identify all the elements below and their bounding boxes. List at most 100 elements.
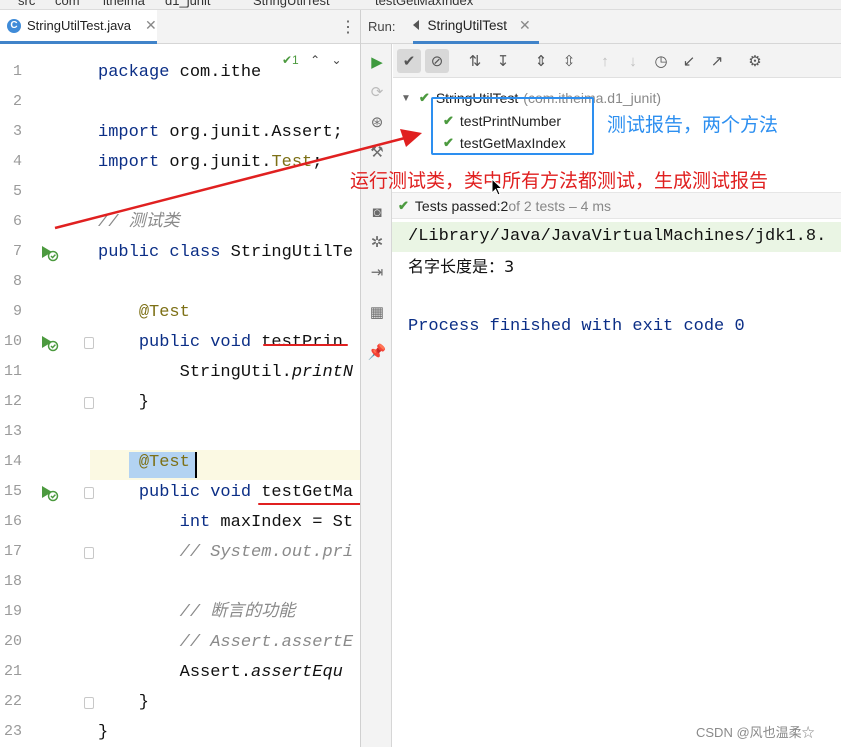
layout-icon[interactable]: ▦	[367, 302, 387, 322]
close-icon[interactable]: ✕	[519, 17, 531, 34]
code-line: Assert.assertEqu	[98, 658, 343, 688]
line-number: 19	[3, 603, 22, 620]
breadcrumb-item[interactable]: StringUtilTest	[253, 0, 330, 8]
line-number: 12	[3, 393, 22, 410]
breadcrumb-item[interactable]: src	[18, 0, 35, 8]
next-failed-icon[interactable]: ↓	[621, 49, 645, 73]
code-token: // Assert.assertE	[179, 633, 354, 652]
breadcrumb-item[interactable]: testGetMaxIndex	[375, 0, 473, 8]
import-icon[interactable]: ⇥	[367, 262, 387, 282]
breadcrumb-item[interactable]: com	[55, 0, 80, 8]
console-exit-line: Process finished with exit code 0	[408, 317, 745, 336]
fold-marker[interactable]	[84, 547, 94, 559]
run-header: Run: StringUtilTest ✕	[361, 10, 841, 44]
run-test-gutter-icon[interactable]	[39, 334, 59, 352]
code-line: // Assert.assertE	[98, 628, 353, 658]
show-ignored-button[interactable]: ⊘	[425, 49, 449, 73]
console-output-line: 名字长度是：3	[408, 257, 515, 276]
code-area[interactable]: package com.ithe import org.junit.Assert;…	[98, 45, 360, 747]
test-status-bar: ✔ Tests passed: 2 of 2 tests – 4 ms	[392, 192, 841, 219]
wrench-icon[interactable]: ⚒	[367, 142, 387, 162]
collapse-all-icon[interactable]: ⇳	[557, 49, 581, 73]
code-token: testGetMa	[251, 483, 354, 502]
code-line: // System.out.pri	[98, 538, 353, 568]
sort-alphabetically-icon[interactable]: ⇅	[463, 49, 487, 73]
line-number: 21	[3, 663, 22, 680]
code-token: // System.out.pri	[179, 543, 354, 562]
status-prefix: Tests passed:	[414, 197, 501, 214]
code-line: package com.ithe	[98, 58, 261, 88]
sort-by-duration-icon[interactable]: ↧	[491, 49, 515, 73]
annotation-underline	[263, 344, 348, 346]
code-token: assertEqu	[251, 663, 343, 682]
code-line: }	[98, 688, 149, 718]
rerun-failed-icon[interactable]: ⟳	[367, 82, 387, 102]
chevron-down-icon[interactable]: ⌄	[331, 53, 341, 67]
run-test-gutter-icon[interactable]	[39, 484, 59, 502]
previous-failed-icon[interactable]: ↑	[593, 49, 617, 73]
editor-tab-label: StringUtilTest.java	[27, 18, 132, 33]
code-line: int maxIndex = St	[98, 508, 353, 538]
settings-gear-icon[interactable]: ⚙	[743, 49, 767, 73]
inspection-widget[interactable]: ✔1 ⌃ ⌄	[282, 53, 342, 67]
code-editor: C StringUtilTest.java ✕ ⋮ 1 2 3 4 5 6 7 8 9 10 11 1…	[0, 10, 360, 747]
pin-icon[interactable]: 📌	[367, 342, 387, 362]
show-passed-button[interactable]: ✔	[397, 49, 421, 73]
code-token: package	[98, 63, 170, 82]
rerun-icon[interactable]: ▶	[367, 52, 387, 72]
code-token: testPrin	[251, 333, 343, 352]
status-count: 2	[500, 197, 509, 214]
breadcrumb-item[interactable]: d1_junit	[165, 0, 211, 8]
breadcrumb-item[interactable]: itheima	[103, 0, 145, 8]
check-icon: ✔	[418, 90, 430, 105]
check-icon: ✔	[398, 197, 409, 213]
console-output[interactable]: /Library/Java/JavaVirtualMachines/jdk1.8…	[392, 220, 841, 747]
line-number: 13	[3, 423, 22, 440]
fold-marker[interactable]	[84, 487, 94, 499]
code-line: import org.junit.Assert;	[98, 118, 343, 148]
toggle-autotest-icon[interactable]: ⊛	[367, 112, 387, 132]
editor-gutter: 1 2 3 4 5 6 7 8 9 10 11 12 13 14 15 16 17 18 19 20 21 22 23	[0, 45, 94, 747]
code-line: public void testPrin	[98, 328, 343, 358]
camera-icon[interactable]: ◙	[367, 202, 387, 222]
code-line: import org.junit.Test;	[98, 148, 322, 178]
fold-marker[interactable]	[84, 337, 94, 349]
ide-window: src com itheima d1_junit StringUtilTest …	[0, 0, 841, 747]
editor-tab-bar: C StringUtilTest.java ✕ ⋮	[0, 10, 360, 44]
fold-marker[interactable]	[84, 697, 94, 709]
expand-all-icon[interactable]: ⇕	[529, 49, 553, 73]
fold-marker[interactable]	[84, 397, 94, 409]
code-line: StringUtil.printN	[98, 358, 353, 388]
code-line: }	[98, 718, 108, 747]
export-tests-icon[interactable]: ↗	[705, 49, 729, 73]
run-side-toolbar: ▶ ⟳ ⊛ ⚒ ◙ ✲ ⇥ ▦ 📌	[361, 44, 392, 747]
code-token: public void	[138, 483, 252, 502]
code-line: public class StringUtilTe	[98, 238, 353, 268]
history-icon[interactable]: ◷	[649, 49, 673, 73]
line-number: 1	[12, 63, 22, 80]
run-test-gutter-icon[interactable]	[39, 244, 59, 262]
java-class-icon: C	[7, 18, 21, 33]
code-line: // 断言的功能	[98, 598, 296, 628]
chevron-up-icon[interactable]: ⌃	[310, 53, 320, 67]
import-tests-icon[interactable]: ↙	[677, 49, 701, 73]
more-options-icon[interactable]: ⋮	[340, 17, 356, 37]
line-number: 7	[12, 243, 22, 260]
code-line: @Test	[98, 298, 190, 328]
chevron-down-icon[interactable]: ▼	[401, 93, 411, 104]
line-number: 5	[12, 183, 22, 200]
code-token: public void	[138, 333, 252, 352]
code-token: int	[179, 513, 211, 532]
gear-icon[interactable]: ✲	[367, 232, 387, 252]
editor-tab-stringutiltest[interactable]: C StringUtilTest.java ✕	[0, 10, 157, 44]
run-tab-stringutiltest[interactable]: StringUtilTest ✕	[413, 10, 539, 44]
close-icon[interactable]: ✕	[145, 17, 157, 34]
run-label: Run:	[368, 19, 396, 34]
code-token: }	[98, 693, 150, 712]
line-number: 17	[3, 543, 22, 560]
line-number: 11	[3, 363, 22, 380]
